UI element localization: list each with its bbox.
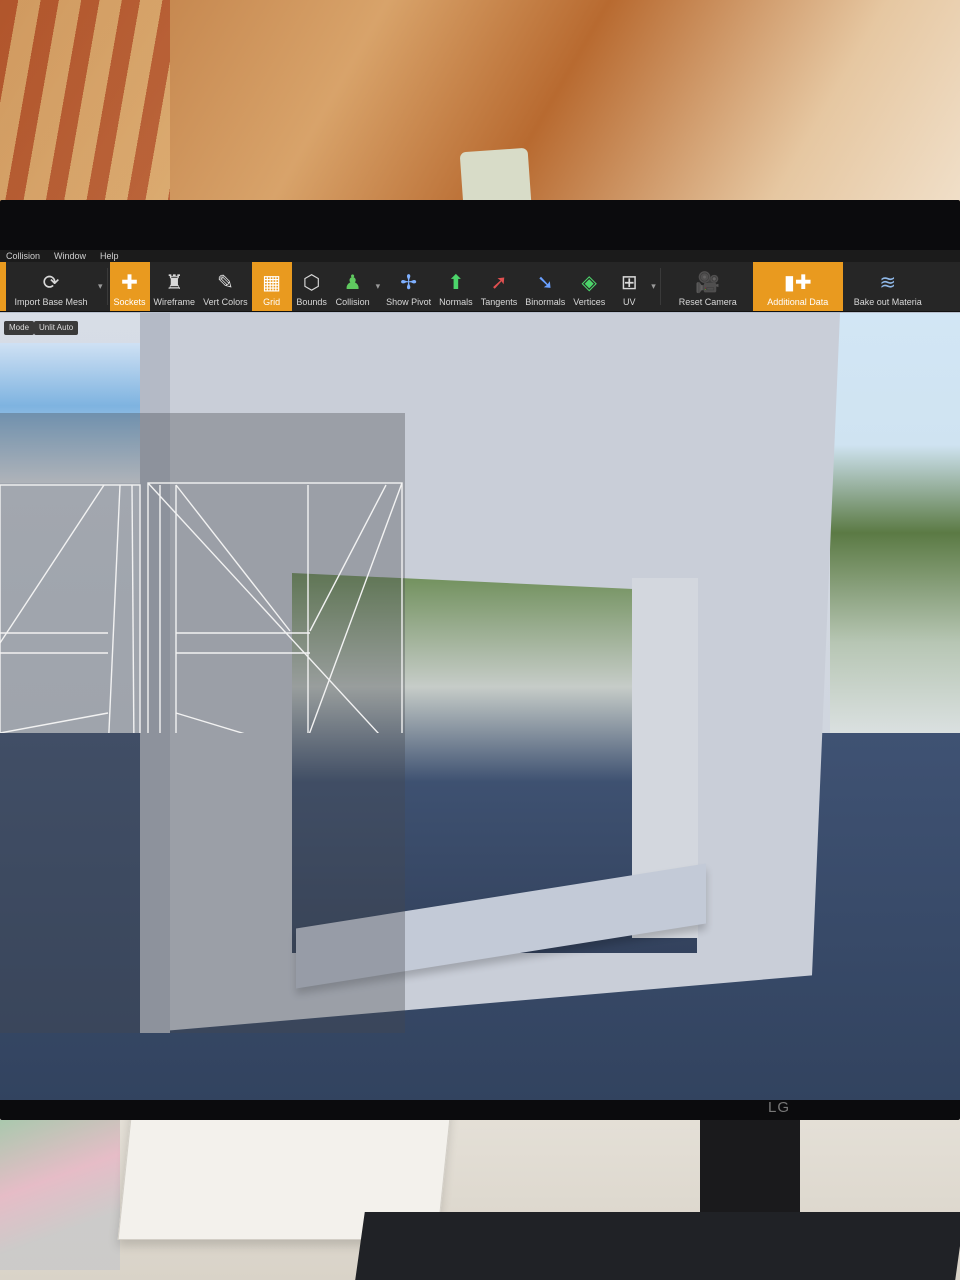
menu-item-help[interactable]: Help (100, 251, 119, 261)
toolbar-separator (106, 268, 108, 305)
bounds-button[interactable]: ⬡ Bounds (292, 262, 332, 311)
viewport-background-trees (830, 313, 960, 753)
vertices-icon: ◈ (581, 272, 597, 294)
bake-out-materials-button[interactable]: ≋ Bake out Materia (843, 262, 933, 311)
layers-icon: ≋ (879, 272, 897, 294)
bounds-icon: ⬡ (302, 272, 321, 294)
viewport-mode-chip[interactable]: Mode (4, 321, 35, 335)
tangents-button[interactable]: ➚ Tangents (477, 262, 522, 311)
viewport-lit-chip[interactable]: Unlit Auto (34, 321, 79, 335)
wireframe-icon: ♜ (165, 272, 184, 294)
menu-item-collision[interactable]: Collision (6, 251, 40, 261)
vertices-button[interactable]: ◈ Vertices (569, 262, 609, 311)
pivot-icon: ✢ (400, 272, 418, 294)
uv-dropdown-caret[interactable]: ▾ (649, 281, 658, 292)
vert-colors-button[interactable]: ✎ Vert Colors (199, 262, 252, 311)
mesh-editor-toolbar: ⟳ Import Base Mesh ▾ ✚ Sockets ♜ Wirefra… (0, 262, 960, 312)
reset-camera-button[interactable]: 🎥 Reset Camera (663, 262, 753, 311)
uv-icon: ⊞ (620, 272, 638, 294)
wireframe-overlay (0, 482, 403, 733)
collision-icon: ♟ (343, 272, 362, 294)
monitor: Collision Window Help ⟳ Import Base Mesh… (0, 200, 960, 1120)
additional-data-button[interactable]: ▮✚ Additional Data (752, 262, 843, 311)
additional-data-icon: ▮✚ (783, 272, 812, 294)
collision-dropdown-caret[interactable]: ▾ (374, 281, 383, 292)
screen: Collision Window Help ⟳ Import Base Mesh… (0, 250, 960, 1100)
mesh-viewport[interactable]: Mode Unlit Auto (0, 313, 960, 1100)
toolbar-separator (659, 268, 661, 305)
import-dropdown-caret[interactable]: ▾ (96, 281, 105, 292)
monitor-brand-logo: LG (767, 1099, 790, 1116)
menu-item-window[interactable]: Window (54, 251, 86, 261)
import-base-mesh-button[interactable]: ⟳ Import Base Mesh (6, 262, 96, 311)
collision-button[interactable]: ♟ Collision (332, 262, 374, 311)
keyboard (355, 1212, 960, 1280)
vert-colors-icon: ✎ (216, 272, 234, 294)
tangents-icon: ➚ (490, 272, 508, 294)
grid-icon: ▦ (262, 272, 282, 294)
desk-items (0, 1120, 120, 1270)
sockets-icon: ✚ (121, 272, 138, 294)
show-pivot-button[interactable]: ✢ Show Pivot (382, 262, 435, 311)
menu-bar: Collision Window Help (0, 250, 960, 262)
wireframe-button[interactable]: ♜ Wireframe (150, 262, 200, 311)
normals-icon: ⬆ (447, 272, 465, 294)
camera-icon: 🎥 (695, 272, 721, 294)
sockets-button[interactable]: ✚ Sockets (109, 262, 150, 311)
grid-button[interactable]: ▦ Grid (251, 262, 292, 311)
normals-button[interactable]: ⬆ Normals (435, 262, 477, 311)
binormals-button[interactable]: ➘ Binormals (521, 262, 569, 311)
uv-button[interactable]: ⊞ UV (609, 262, 649, 311)
binormals-icon: ➘ (536, 272, 554, 294)
import-mesh-icon: ⟳ (42, 272, 60, 294)
